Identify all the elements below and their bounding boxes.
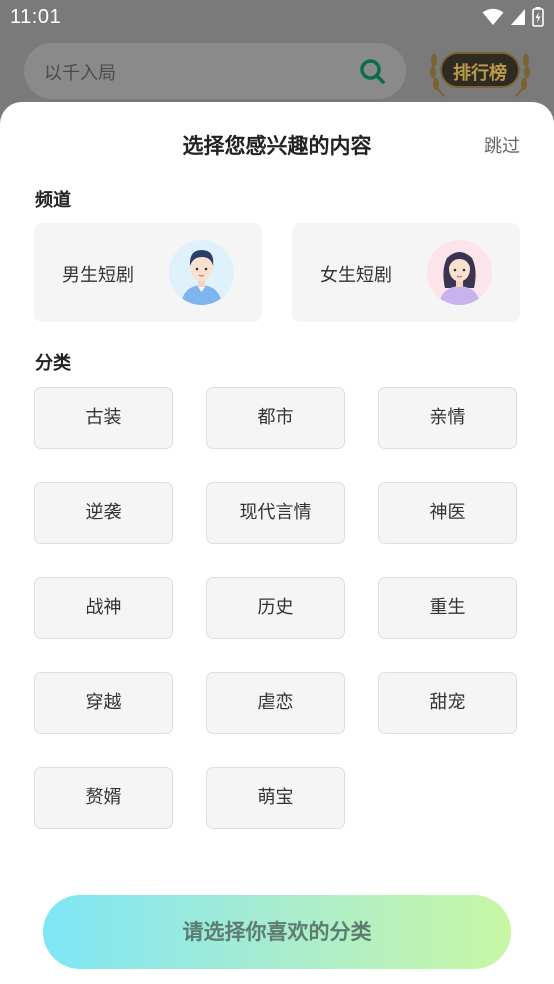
search-bar[interactable]: 以千入局: [24, 43, 406, 99]
search-placeholder: 以千入局: [44, 63, 116, 84]
skip-button[interactable]: 跳过: [484, 132, 520, 158]
category-button[interactable]: 现代言情: [206, 482, 345, 544]
category-button[interactable]: 亲情: [378, 387, 517, 449]
rank-badge-pill: 排行榜: [440, 52, 520, 88]
male-avatar-icon: [169, 240, 234, 305]
status-time: 11:01: [10, 6, 62, 28]
category-button[interactable]: 逆袭: [34, 482, 173, 544]
sheet-title: 选择您感兴趣的内容: [182, 134, 372, 158]
status-icons: [482, 7, 544, 27]
channel-label: 女生短剧: [320, 265, 392, 286]
category-button[interactable]: 重生: [378, 577, 517, 639]
category-button[interactable]: 萌宝: [206, 767, 345, 829]
rank-label: 排行榜: [453, 63, 507, 84]
channel-card-male[interactable]: 男生短剧: [34, 223, 262, 322]
confirm-category-button[interactable]: 请选择你喜欢的分类: [43, 895, 511, 969]
category-section-title: 分类: [35, 353, 71, 374]
category-button[interactable]: 甜宠: [378, 672, 517, 734]
rank-badge[interactable]: 排行榜: [428, 44, 532, 102]
channel-label: 男生短剧: [62, 265, 134, 286]
wifi-icon: [482, 8, 504, 25]
channel-section-title: 频道: [35, 190, 71, 211]
category-button[interactable]: 穿越: [34, 672, 173, 734]
interest-selection-sheet: 选择您感兴趣的内容 跳过 频道 男生短剧 女生短剧 分类 古装 都市 亲情 逆袭…: [0, 102, 554, 984]
channel-card-female[interactable]: 女生短剧: [292, 223, 520, 322]
signal-icon: [511, 9, 525, 25]
category-button[interactable]: 神医: [378, 482, 517, 544]
category-button[interactable]: 都市: [206, 387, 345, 449]
battery-icon: [532, 7, 544, 27]
female-avatar-icon: [427, 240, 492, 305]
search-icon[interactable]: [358, 57, 386, 85]
category-button[interactable]: 古装: [34, 387, 173, 449]
category-button[interactable]: 战神: [34, 577, 173, 639]
category-button[interactable]: 虐恋: [206, 672, 345, 734]
status-bar: 11:01: [0, 0, 554, 36]
category-button[interactable]: 历史: [206, 577, 345, 639]
category-button[interactable]: 赘婿: [34, 767, 173, 829]
